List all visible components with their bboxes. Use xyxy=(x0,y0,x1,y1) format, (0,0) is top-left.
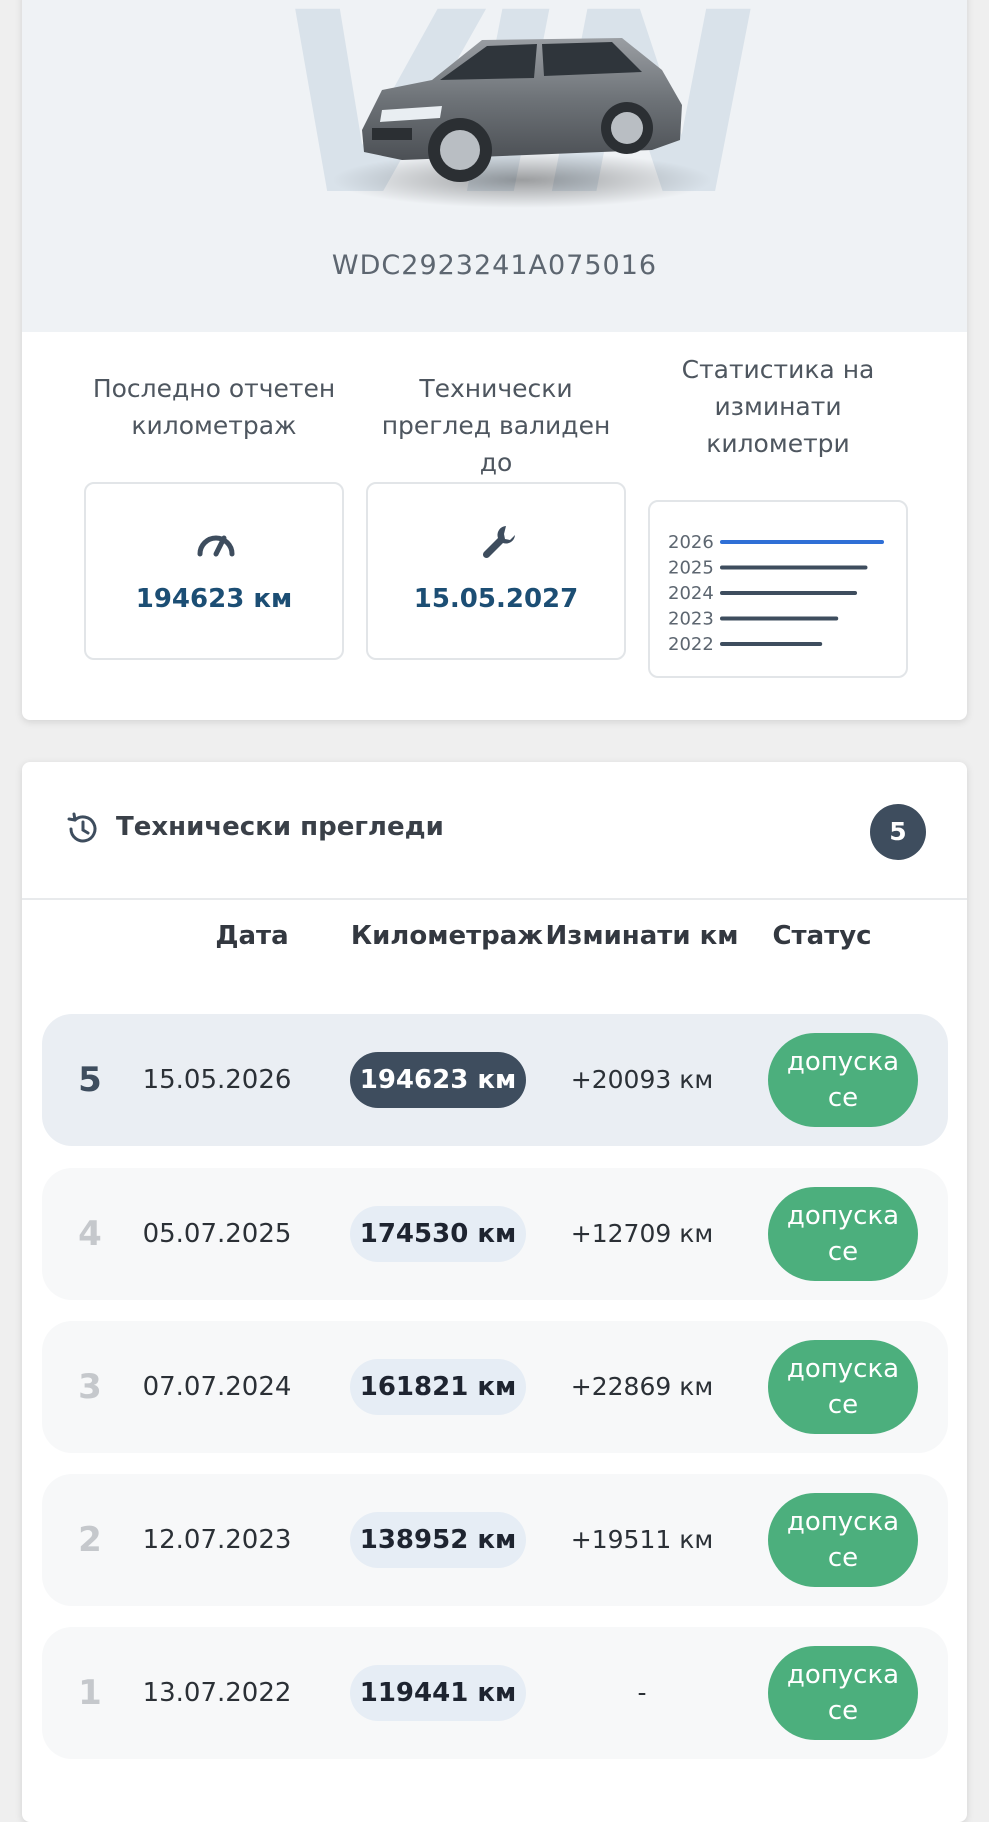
chart-tick-label: 2022 xyxy=(668,634,714,655)
row-mileage-pill: 174530 км xyxy=(350,1206,526,1262)
speedometer-icon xyxy=(197,535,235,557)
mileage-stat: Последно отчетен километраж xyxy=(84,370,344,444)
row-date: 07.07.2024 xyxy=(142,1372,292,1402)
inspection-stat: Технически преглед валиден до xyxy=(366,370,626,481)
table-row[interactable]: 3 07.07.2024 161821 км +22869 км допуска… xyxy=(42,1321,948,1453)
inspections-header: Технически прегледи 5 xyxy=(22,762,967,900)
table-row[interactable]: 4 05.07.2025 174530 км +12709 км допуска… xyxy=(42,1168,948,1300)
row-mileage-pill: 194623 км xyxy=(350,1052,526,1108)
chart-tick-label: 2023 xyxy=(668,609,714,630)
chart-tick-label: 2025 xyxy=(668,558,714,579)
inspection-value: 15.05.2027 xyxy=(413,584,579,614)
table-row[interactable]: 1 13.07.2022 119441 км - допуска се xyxy=(42,1627,948,1759)
row-date: 13.07.2022 xyxy=(142,1678,292,1708)
mileage-box: 194623 км xyxy=(84,482,344,660)
row-index: 5 xyxy=(78,1060,102,1100)
row-delta: +22869 км xyxy=(570,1372,714,1401)
chart-box[interactable]: 2026 2025 2024 2023 2022 xyxy=(648,500,908,678)
row-date: 12.07.2023 xyxy=(142,1525,292,1555)
row-index: 1 xyxy=(78,1673,102,1713)
chart-stat: Статистика на изминати километри xyxy=(648,351,908,462)
count-badge: 5 xyxy=(870,804,926,860)
row-delta: +12709 км xyxy=(570,1219,714,1248)
header-delta: Изминати км xyxy=(545,921,739,951)
chart-tick-label: 2026 xyxy=(668,532,714,553)
chart-tick-label: 2024 xyxy=(668,583,714,604)
status-badge: допуска се xyxy=(768,1033,918,1127)
row-date: 15.05.2026 xyxy=(142,1065,292,1095)
row-mileage-pill: 138952 км xyxy=(350,1512,526,1568)
table-row[interactable]: 5 15.05.2026 194623 км +20093 км допуска… xyxy=(42,1014,948,1146)
row-index: 4 xyxy=(78,1214,102,1254)
row-mileage-pill: 119441 км xyxy=(350,1665,526,1721)
vehicle-hero: VIN WDC2923 xyxy=(22,0,967,332)
header-date: Дата xyxy=(215,921,289,951)
row-delta: +20093 км xyxy=(570,1065,714,1094)
row-index: 3 xyxy=(78,1367,102,1407)
inspections-title: Технически прегледи xyxy=(116,812,444,842)
vin-code: WDC2923241A075016 xyxy=(331,250,658,281)
chart-label: Статистика на изминати километри xyxy=(681,355,875,458)
inspection-label: Технически преглед валиден до xyxy=(381,374,611,477)
row-delta: +19511 км xyxy=(570,1525,714,1554)
header-mileage: Километраж xyxy=(350,921,544,951)
mileage-chart: 2026 2025 2024 2023 2022 xyxy=(668,532,884,655)
row-index: 2 xyxy=(78,1520,102,1560)
inspections-card: Технически прегледи 5 Дата Километраж Из… xyxy=(22,762,967,1822)
row-delta: - xyxy=(637,1678,647,1707)
status-badge: допуска се xyxy=(768,1493,918,1587)
header-status: Статус xyxy=(772,921,872,951)
wrench-icon xyxy=(482,526,515,559)
table-row[interactable]: 2 12.07.2023 138952 км +19511 км допуска… xyxy=(42,1474,948,1606)
row-date: 05.07.2025 xyxy=(142,1219,292,1249)
car-image xyxy=(332,38,712,208)
status-badge: допуска се xyxy=(768,1187,918,1281)
row-mileage-pill: 161821 км xyxy=(350,1359,526,1415)
vehicle-card: VIN WDC2923 xyxy=(22,0,967,720)
history-icon xyxy=(67,812,97,843)
mileage-value: 194623 км xyxy=(135,584,293,614)
inspection-box: 15.05.2027 xyxy=(366,482,626,660)
status-badge: допуска се xyxy=(768,1340,918,1434)
mileage-label: Последно отчетен километраж xyxy=(92,374,336,440)
status-badge: допуска се xyxy=(768,1646,918,1740)
